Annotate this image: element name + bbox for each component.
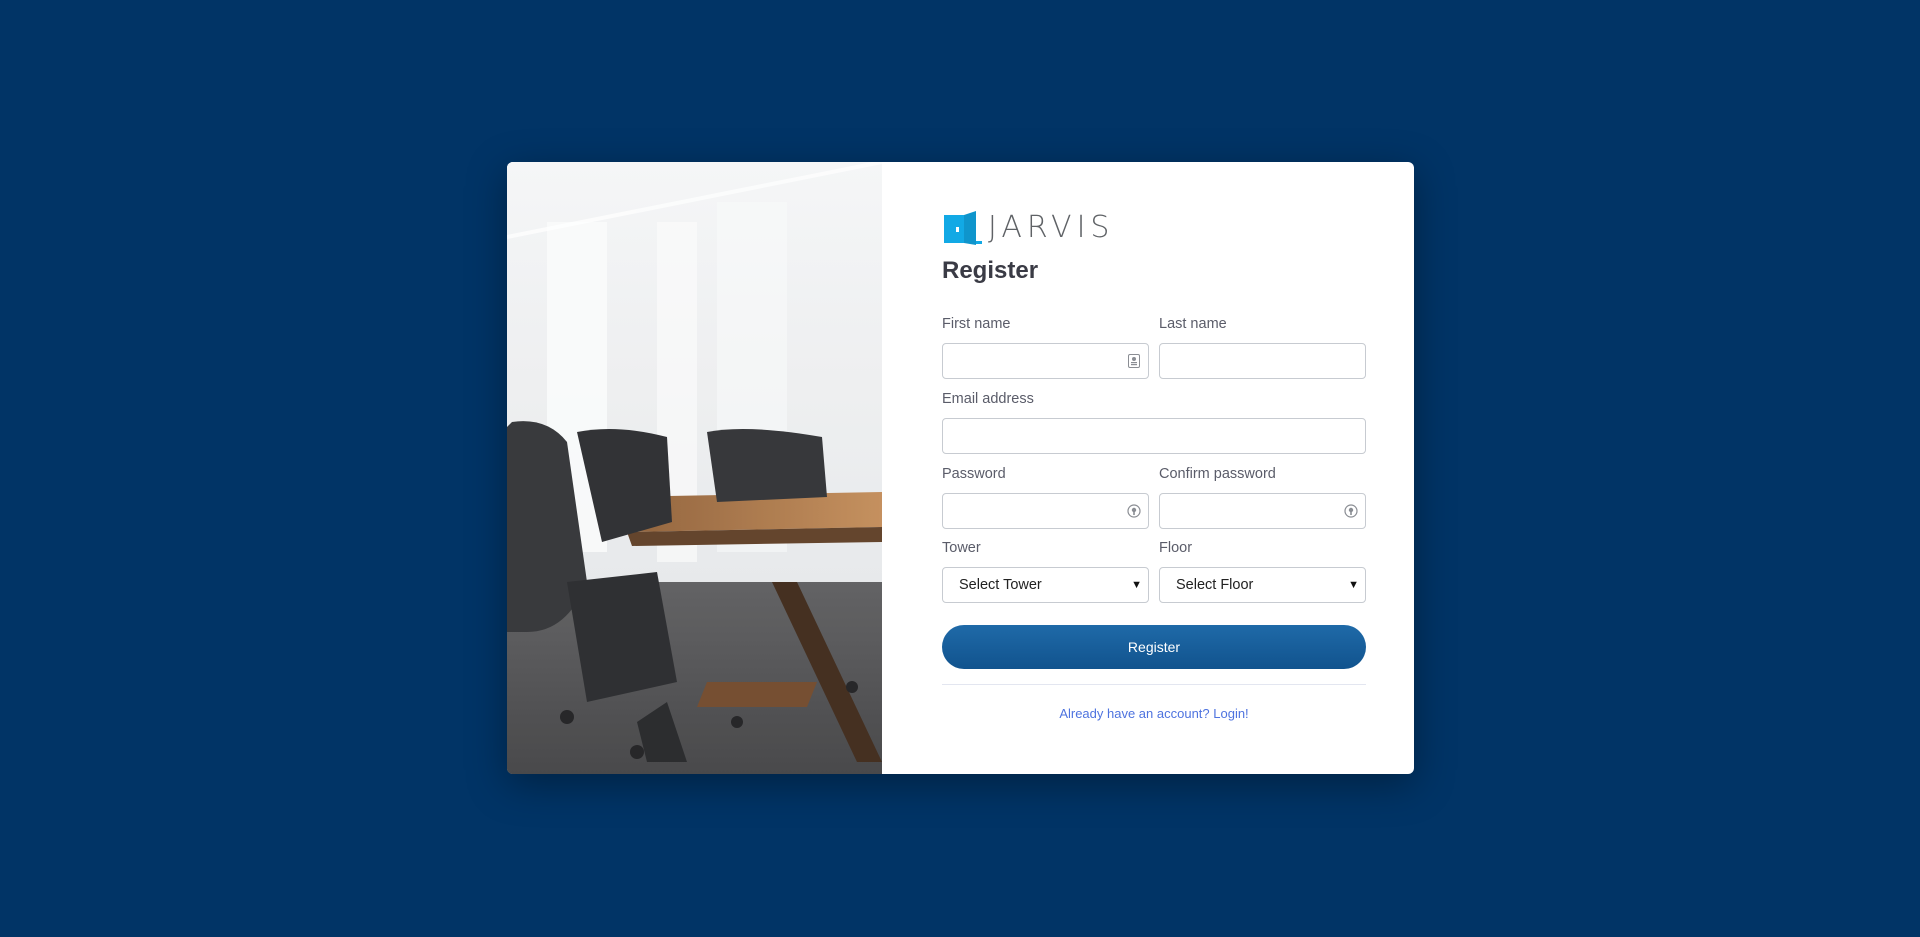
password-key-icon[interactable] bbox=[1343, 503, 1359, 519]
email-label: Email address bbox=[942, 391, 1034, 407]
password-field[interactable] bbox=[942, 493, 1149, 529]
confirm-password-field[interactable] bbox=[1159, 493, 1366, 529]
last-name-label: Last name bbox=[1159, 316, 1227, 332]
confirm-password-label: Confirm password bbox=[1159, 466, 1276, 482]
floor-selected-value: Select Floor bbox=[1176, 577, 1254, 593]
caret-down-icon: ▼ bbox=[1131, 579, 1142, 591]
tower-select[interactable]: Select Tower ▼ bbox=[942, 567, 1149, 603]
register-button[interactable]: Register bbox=[942, 625, 1366, 669]
password-key-icon[interactable] bbox=[1126, 503, 1142, 519]
tower-group: Tower Select Tower ▼ bbox=[942, 538, 1149, 603]
floor-label: Floor bbox=[1159, 540, 1193, 556]
contact-card-icon[interactable] bbox=[1126, 353, 1142, 369]
last-name-field[interactable] bbox=[1159, 343, 1366, 379]
floor-select[interactable]: Select Floor ▼ bbox=[1159, 567, 1366, 603]
register-card: JARVIS Register First name Last name Ema… bbox=[507, 162, 1414, 774]
tower-selected-value: Select Tower bbox=[959, 577, 1042, 593]
jarvis-logo: JARVIS bbox=[942, 210, 1114, 246]
email-group: Email address bbox=[942, 389, 1366, 454]
password-label: Password bbox=[942, 466, 1006, 482]
last-name-group: Last name bbox=[1159, 314, 1366, 379]
conference-room-image bbox=[507, 162, 882, 774]
password-group: Password bbox=[942, 464, 1149, 529]
first-name-label: First name bbox=[942, 316, 1011, 332]
caret-down-icon: ▼ bbox=[1348, 579, 1359, 591]
login-link[interactable]: Already have an account? Login! bbox=[942, 706, 1366, 721]
first-name-group: First name bbox=[942, 314, 1149, 379]
confirm-password-group: Confirm password bbox=[1159, 464, 1366, 529]
register-form: JARVIS Register First name Last name Ema… bbox=[882, 162, 1414, 774]
tower-label: Tower bbox=[942, 540, 981, 556]
page-title: Register bbox=[942, 257, 1039, 284]
floor-group: Floor Select Floor ▼ bbox=[1159, 538, 1366, 603]
email-field[interactable] bbox=[942, 418, 1366, 454]
first-name-field[interactable] bbox=[942, 343, 1149, 379]
divider bbox=[942, 684, 1366, 685]
door-logo-icon bbox=[944, 211, 982, 245]
brand-name: JARVIS bbox=[988, 210, 1115, 245]
